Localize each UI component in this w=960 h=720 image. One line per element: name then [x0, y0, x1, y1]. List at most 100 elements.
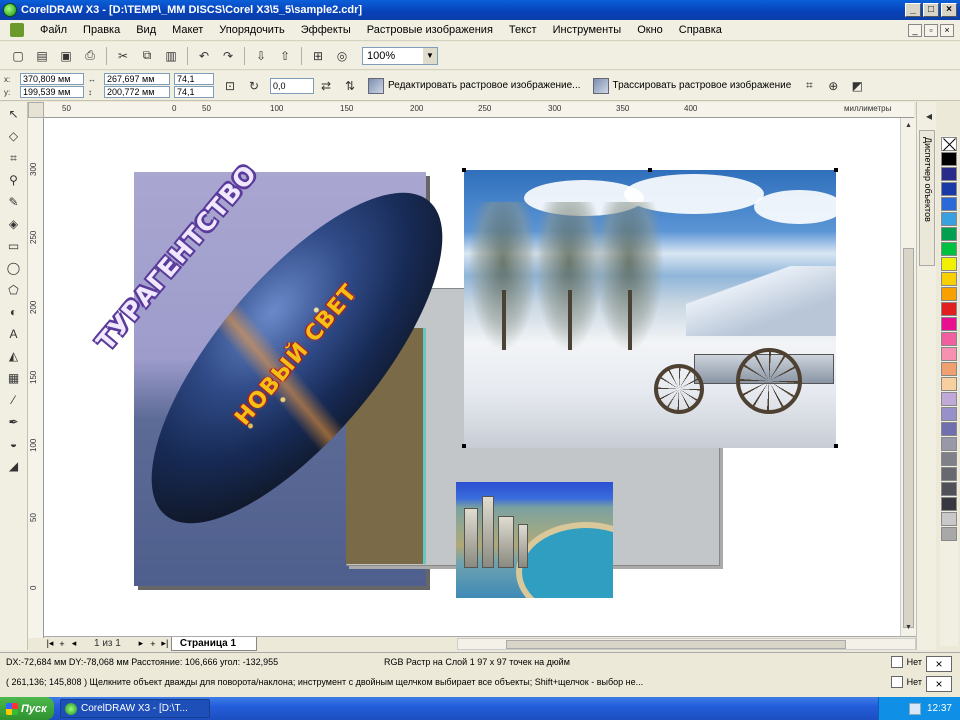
maximize-button[interactable]: □: [923, 3, 939, 17]
palette-swatch[interactable]: [941, 512, 957, 526]
bitmap-color-mask-icon[interactable]: ◩: [847, 76, 867, 96]
palette-swatch[interactable]: [941, 287, 957, 301]
scroll-down-icon[interactable]: ▼: [903, 622, 914, 634]
mirror-horizontal-icon[interactable]: ⇄: [316, 76, 336, 96]
beach-city-bitmap[interactable]: [456, 482, 613, 598]
selection-handle[interactable]: [462, 444, 466, 448]
corel-online-icon[interactable]: ◎: [332, 46, 352, 66]
mirror-vertical-icon[interactable]: ⇅: [340, 76, 360, 96]
vertical-scrollbar[interactable]: ▲ ▼: [900, 118, 916, 636]
palette-swatch[interactable]: [941, 437, 957, 451]
minimize-button[interactable]: _: [905, 3, 921, 17]
selection-handle[interactable]: [462, 168, 466, 172]
close-button[interactable]: ×: [941, 3, 957, 17]
open-icon[interactable]: ▤: [32, 46, 52, 66]
document-icon[interactable]: [10, 23, 24, 37]
start-button[interactable]: Пуск: [0, 697, 54, 720]
x-position-field[interactable]: 370,809 мм: [20, 73, 84, 85]
palette-swatch[interactable]: [941, 407, 957, 421]
crop-tool-icon[interactable]: ⌗: [4, 148, 24, 168]
zoom-tool-icon[interactable]: ⚲: [4, 170, 24, 190]
outline-tool-icon[interactable]: ✒: [4, 412, 24, 432]
fill-tool-icon[interactable]: ◒: [4, 434, 24, 454]
menu-file[interactable]: Файл: [32, 24, 75, 36]
interactive-blend-tool-icon[interactable]: ◭: [4, 346, 24, 366]
vertical-ruler[interactable]: 300 250 200 150 100 50 0: [28, 118, 44, 638]
transparency-tool-icon[interactable]: ▦: [4, 368, 24, 388]
palette-swatch[interactable]: [941, 317, 957, 331]
zoom-level-select[interactable]: 100% ▼: [362, 46, 438, 65]
palette-swatch[interactable]: [941, 377, 957, 391]
menu-window[interactable]: Окно: [629, 24, 671, 36]
palette-swatch[interactable]: [941, 452, 957, 466]
ruler-origin[interactable]: [28, 102, 44, 118]
pick-tool-icon[interactable]: ↖: [4, 104, 24, 124]
doc-minimize-button[interactable]: _: [908, 23, 922, 37]
copy-icon[interactable]: ⧉: [137, 46, 157, 66]
scroll-thumb[interactable]: [903, 248, 914, 628]
menu-view[interactable]: Вид: [128, 24, 164, 36]
print-icon[interactable]: ⎙: [80, 46, 100, 66]
edit-bitmap-button[interactable]: Редактировать растровое изображение...: [362, 77, 587, 94]
import-icon[interactable]: ⇩: [251, 46, 271, 66]
fill-none-swatch[interactable]: ×: [926, 656, 952, 672]
menu-bitmaps[interactable]: Растровые изображения: [359, 24, 501, 36]
palette-swatch[interactable]: [941, 197, 957, 211]
selection-handle[interactable]: [834, 444, 838, 448]
palette-swatch[interactable]: [941, 152, 957, 166]
new-icon[interactable]: ▢: [8, 46, 28, 66]
palette-swatch[interactable]: [941, 422, 957, 436]
horizontal-scrollbar[interactable]: [457, 637, 916, 650]
resample-icon[interactable]: ⊕: [823, 76, 843, 96]
scroll-up-icon[interactable]: ▲: [903, 120, 914, 132]
palette-swatch[interactable]: [941, 482, 957, 496]
freehand-tool-icon[interactable]: ✎: [4, 192, 24, 212]
palette-swatch[interactable]: [941, 497, 957, 511]
palette-swatch[interactable]: [941, 392, 957, 406]
menu-arrange[interactable]: Упорядочить: [211, 24, 292, 36]
horizontal-ruler[interactable]: 50 0 50 100 150 200 250 300 350 400 милл…: [44, 102, 914, 118]
undo-icon[interactable]: ↶: [194, 46, 214, 66]
eyedropper-tool-icon[interactable]: ⁄: [4, 390, 24, 410]
add-page-before-icon[interactable]: +: [56, 639, 68, 649]
menu-tools[interactable]: Инструменты: [545, 24, 630, 36]
doc-restore-button[interactable]: ▫: [924, 23, 938, 37]
basic-shapes-tool-icon[interactable]: ◐: [4, 302, 24, 322]
prev-page-icon[interactable]: ◂: [68, 638, 80, 649]
menu-help[interactable]: Справка: [671, 24, 730, 36]
palette-swatch[interactable]: [941, 257, 957, 271]
menu-effects[interactable]: Эффекты: [293, 24, 359, 36]
trace-bitmap-button[interactable]: Трассировать растровое изображение: [587, 77, 798, 94]
first-page-icon[interactable]: |◂: [44, 638, 56, 649]
palette-swatch[interactable]: [941, 272, 957, 286]
shape-tool-icon[interactable]: ◇: [4, 126, 24, 146]
outline-none-swatch[interactable]: ×: [926, 676, 952, 692]
tab-page-1[interactable]: Страница 1: [170, 636, 258, 651]
application-launcher-icon[interactable]: ⊞: [308, 46, 328, 66]
palette-swatch[interactable]: [941, 467, 957, 481]
smart-fill-tool-icon[interactable]: ◈: [4, 214, 24, 234]
fill-indicator[interactable]: Нет: [890, 656, 922, 668]
palette-swatch[interactable]: [941, 347, 957, 361]
chevron-down-icon[interactable]: ▼: [423, 47, 437, 64]
palette-swatch[interactable]: [941, 362, 957, 376]
width-field[interactable]: 267,697 мм: [104, 73, 170, 85]
lock-ratio-icon[interactable]: ⊡: [220, 76, 240, 96]
palette-swatch[interactable]: [941, 227, 957, 241]
drawing-canvas[interactable]: ТУРАГЕНТСТВО НОВЫЙ СВЕТ: [44, 118, 900, 636]
palette-swatch[interactable]: [941, 302, 957, 316]
palette-swatch[interactable]: [941, 242, 957, 256]
scale-width-field[interactable]: 74,1: [174, 73, 214, 85]
menu-text[interactable]: Текст: [501, 24, 545, 36]
next-page-icon[interactable]: ▸: [135, 638, 147, 649]
object-manager-tab[interactable]: Диспетчер объектов: [919, 130, 935, 266]
redo-icon[interactable]: ↷: [218, 46, 238, 66]
docker-arrow-icon[interactable]: ◂: [919, 106, 939, 126]
doc-close-button[interactable]: ×: [940, 23, 954, 37]
height-field[interactable]: 200,772 мм: [104, 86, 170, 98]
scale-height-field[interactable]: 74,1: [174, 86, 214, 98]
menu-layout[interactable]: Макет: [164, 24, 211, 36]
selection-handle[interactable]: [648, 168, 652, 172]
palette-swatch[interactable]: [941, 167, 957, 181]
scroll-thumb[interactable]: [506, 639, 847, 649]
